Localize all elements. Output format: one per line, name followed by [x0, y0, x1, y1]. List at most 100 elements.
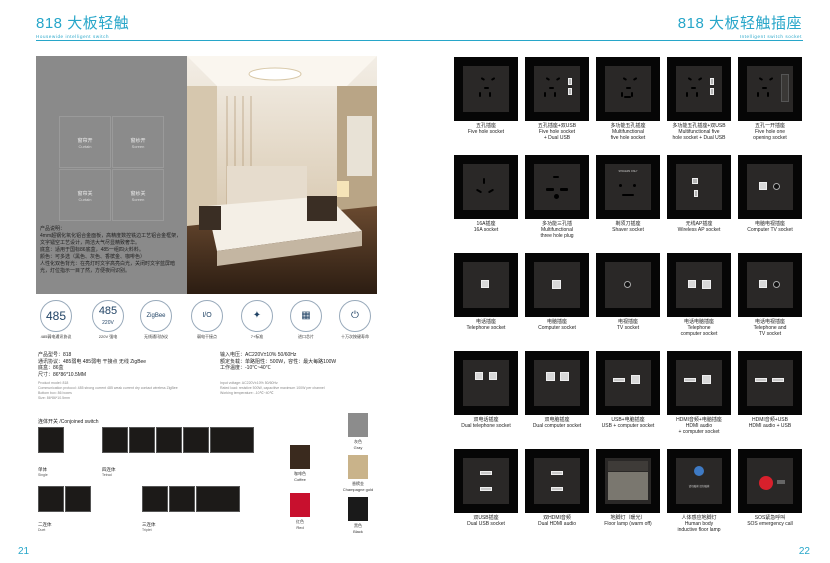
- bedroom-photo: [187, 56, 377, 294]
- feature-big: I/O: [202, 312, 212, 319]
- socket-caption-en: Five hole one opening socket: [753, 129, 787, 141]
- socket-face: [676, 66, 722, 112]
- socket-hole: [475, 188, 483, 194]
- socket-face: [676, 164, 722, 210]
- wide-port: [551, 487, 563, 491]
- socket-hole: [483, 178, 485, 184]
- feature-label: 弱电干接点: [197, 334, 217, 339]
- page-number-left: 21: [18, 546, 30, 557]
- socket-face: 请勿触摸 请勿触摸: [676, 458, 722, 504]
- swatch-cn: 红色: [296, 519, 304, 524]
- socket-human: 请勿触摸 请勿触摸: [667, 449, 731, 513]
- spec-line: 工作温度：-10℃~40℃: [220, 365, 271, 371]
- socket-hole: [624, 96, 631, 98]
- socket-face: [605, 360, 651, 406]
- socket-sos: [738, 449, 802, 513]
- rj-port: [552, 280, 561, 289]
- floor-lamp-lens: [608, 472, 648, 500]
- wide-port: [480, 471, 492, 475]
- specs-left-en: Product model: 818 Communication protoco…: [38, 381, 208, 401]
- nfc-icon: ✦: [241, 300, 273, 332]
- socket-hole: [619, 184, 622, 187]
- socket-caption-en: 16A socket: [473, 227, 499, 233]
- socket-five-usb: [525, 57, 589, 121]
- swatch-cn: 黑色: [354, 523, 362, 528]
- socket-hole: [632, 77, 638, 81]
- socket-ap: [667, 155, 731, 219]
- key-label: 窗帘开: [77, 138, 93, 144]
- rj-port: [489, 372, 497, 380]
- socket-hole: [554, 92, 556, 97]
- swatch-en: Black: [353, 529, 363, 534]
- feature-label: 485弱电通讯协议: [40, 334, 72, 339]
- combo-tetrad-unit: [156, 427, 182, 453]
- left-header-rule: [36, 40, 415, 41]
- socket-hole: [696, 92, 698, 97]
- socket-hole: [758, 77, 764, 81]
- socket-face: [605, 66, 651, 112]
- socket-usb-comp: [596, 351, 660, 415]
- wide-port: [480, 487, 492, 491]
- swatch-label: 灰色 Gray: [343, 439, 373, 450]
- socket-caption-en: Floor lamp (warm off): [604, 521, 652, 527]
- combo-single-switch: [38, 427, 64, 453]
- socket-hole: [762, 87, 767, 89]
- socket-caption: 双HDMI音频 Dual HDMI audio: [517, 515, 597, 527]
- rj-port: [759, 280, 767, 288]
- spec-line: 尺寸：86*86*10.5MM: [38, 371, 87, 378]
- socket-comp-tv: [738, 155, 802, 219]
- combo-triplet-unit: [196, 486, 240, 512]
- socket-caption: 五孔插座 Five hole socket: [446, 123, 526, 135]
- socket-face: [747, 164, 793, 210]
- socket-caption: 电话电脑插座 Telephone computer socket: [659, 319, 739, 337]
- key-label-en: Screen: [131, 197, 145, 202]
- key-label: 窗帘关: [77, 191, 93, 197]
- switch-key-screen-close: 窗纱关 Screen: [112, 169, 164, 221]
- socket-caption: 电话电视插座 Telephone and TV socket: [730, 319, 810, 337]
- rj-port: [475, 372, 483, 380]
- socket-hole: [490, 77, 496, 81]
- socket-caption-en: Multifunctional five hole socket + Dual …: [672, 129, 726, 141]
- socket-caption: 多功能五孔插座 Multifunctional five hole socket: [588, 123, 668, 141]
- feature-label: 7+标准: [250, 334, 264, 339]
- combo-duet-unit: [38, 486, 64, 512]
- key-label: 窗纱关: [130, 191, 146, 197]
- tv-port: [773, 183, 780, 190]
- combo-label-en: Triplet: [142, 528, 152, 532]
- socket-face: [534, 458, 580, 504]
- socket-hole: [633, 184, 636, 187]
- feature-icons: 485 485弱电通讯协议 485 220V 220V 强电 ZigBee 无线通…: [36, 300, 376, 344]
- socket-tv: [596, 253, 660, 317]
- socket-caption-en: Human body inductive floor lamp: [677, 521, 721, 533]
- zigbee-icon: ZigBee: [140, 300, 172, 332]
- socket-hole: [687, 77, 693, 81]
- combo-triplet-unit: [142, 486, 168, 512]
- rj-port: [560, 372, 569, 381]
- socket-caption-en: Shaver socket: [612, 227, 644, 233]
- socket-caption: HDMI音频+USB HDMI audio + USB: [730, 417, 810, 429]
- socket-caption-en: HDMI audio + computer socket: [678, 423, 720, 435]
- socket-hole: [768, 77, 774, 81]
- feature-label: 进口芯片: [298, 334, 314, 339]
- socket-caption-en: TV socket: [616, 325, 640, 331]
- socket-caption: 地脚灯（暖光） Floor lamp (warm off): [588, 515, 668, 527]
- shaver-text: SHAVERS ONLY: [618, 170, 638, 173]
- socket-face: [534, 262, 580, 308]
- power-icon: ⏻: [339, 300, 371, 332]
- socket-hole: [555, 77, 561, 81]
- floor-lamp-top: [608, 461, 648, 471]
- socket-hole: [544, 92, 546, 97]
- socket-hole: [691, 87, 696, 89]
- swatch-coffee: [290, 445, 310, 469]
- sos-button-icon: [759, 476, 773, 490]
- key-label-en: Screen: [131, 144, 145, 149]
- socket-hole: [484, 87, 489, 89]
- socket-caption: SOS紧急呼叫 SOS emergency call: [730, 515, 810, 527]
- left-header: 818 大板轻触 Housewide intelligent switch: [36, 12, 129, 39]
- combo-label: 四连体 Tetrad: [102, 467, 116, 477]
- socket-caption: 双USB插座 Dual USB socket: [446, 515, 526, 527]
- combo-tetrad-unit: [129, 427, 155, 453]
- socket-dual-comp: [525, 351, 589, 415]
- socket-face: [747, 360, 793, 406]
- tv-port: [624, 281, 631, 288]
